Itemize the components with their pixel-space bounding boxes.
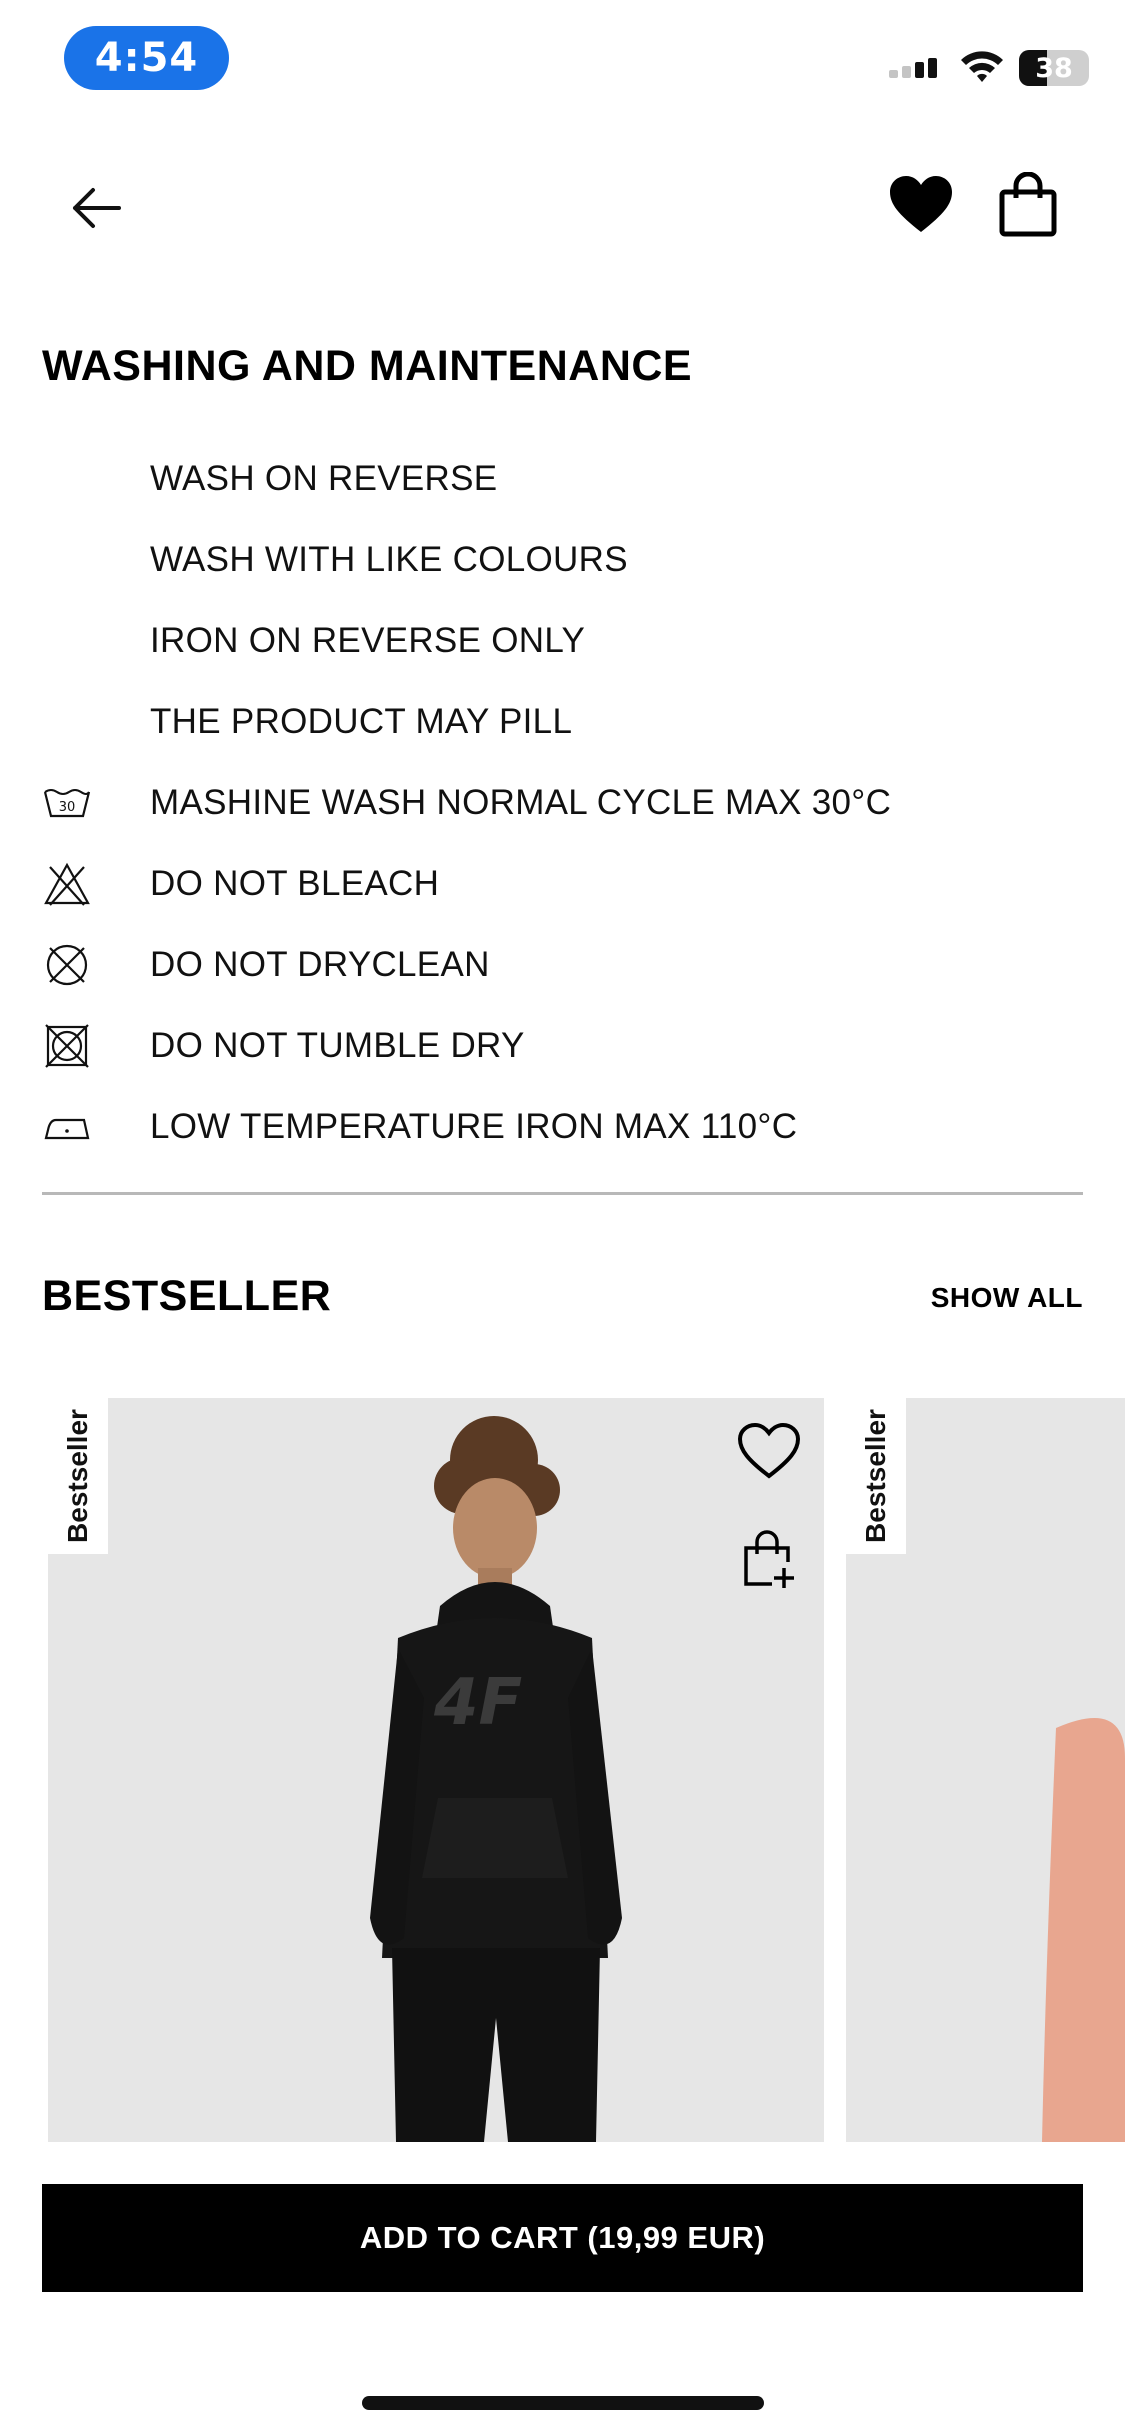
care-instructions-list: WASH ON REVERSE WASH WITH LIKE COLOURS I… bbox=[42, 438, 1082, 1167]
care-item-label: WASH ON REVERSE bbox=[150, 458, 498, 498]
care-item-label: DO NOT BLEACH bbox=[150, 863, 440, 903]
status-time: 4:54 bbox=[64, 26, 229, 90]
care-item: DO NOT DRYCLEAN bbox=[42, 924, 1082, 1005]
care-item-label: DO NOT DRYCLEAN bbox=[150, 944, 490, 984]
care-item: WASH ON REVERSE bbox=[42, 438, 1082, 519]
battery-icon: 38 bbox=[1019, 50, 1089, 86]
care-item-label: MASHINE WASH NORMAL CYCLE MAX 30°C bbox=[150, 782, 892, 822]
heart-outline-icon[interactable] bbox=[736, 1422, 802, 1482]
shopping-bag-icon[interactable] bbox=[998, 171, 1058, 238]
no-bleach-icon bbox=[44, 862, 90, 906]
product-card[interactable]: 4F Bestseller bbox=[48, 1398, 824, 2142]
care-item: LOW TEMPERATURE IRON MAX 110°C bbox=[42, 1086, 1082, 1167]
care-item: 30 MASHINE WASH NORMAL CYCLE MAX 30°C bbox=[42, 762, 1082, 843]
home-indicator[interactable] bbox=[362, 2396, 764, 2410]
care-section-title: WASHING AND MAINTENANCE bbox=[42, 342, 693, 390]
bestseller-badge: Bestseller bbox=[48, 1398, 108, 1554]
care-item: DO NOT TUMBLE DRY bbox=[42, 1005, 1082, 1086]
bestseller-badge: Bestseller bbox=[846, 1398, 906, 1554]
heart-icon[interactable] bbox=[888, 174, 954, 236]
no-dryclean-icon bbox=[46, 944, 88, 985]
back-arrow-icon[interactable] bbox=[66, 180, 126, 236]
care-item: THE PRODUCT MAY PILL bbox=[42, 681, 1082, 762]
logo-4f-icon: 4F bbox=[434, 1670, 522, 1732]
section-divider bbox=[42, 1192, 1083, 1195]
no-tumble-dry-icon bbox=[45, 1023, 89, 1068]
wifi-icon bbox=[959, 48, 1005, 89]
care-item-label: DO NOT TUMBLE DRY bbox=[150, 1025, 525, 1065]
wash-30-icon: 30 bbox=[43, 788, 91, 817]
svg-text:30: 30 bbox=[59, 800, 76, 815]
product-card[interactable]: Bestseller bbox=[846, 1398, 1125, 2142]
product-image bbox=[370, 1416, 622, 2142]
care-item-label: THE PRODUCT MAY PILL bbox=[150, 701, 573, 741]
battery-level: 38 bbox=[1035, 52, 1073, 84]
care-item-label: WASH WITH LIKE COLOURS bbox=[150, 539, 628, 579]
status-icons: 38 bbox=[889, 46, 1089, 90]
care-item-label: LOW TEMPERATURE IRON MAX 110°C bbox=[150, 1106, 798, 1146]
add-to-cart-button[interactable]: ADD TO CART (19,99 EUR) bbox=[42, 2184, 1083, 2292]
care-item: IRON ON REVERSE ONLY bbox=[42, 600, 1082, 681]
svg-text:4F: 4F bbox=[434, 1670, 522, 1732]
cellular-signal-icon bbox=[889, 54, 945, 83]
low-iron-icon bbox=[44, 1118, 90, 1139]
bestseller-title: BESTSELLER bbox=[42, 1272, 332, 1320]
care-item: DO NOT BLEACH bbox=[42, 843, 1082, 924]
show-all-link[interactable]: SHOW ALL bbox=[931, 1282, 1083, 1314]
care-item: WASH WITH LIKE COLOURS bbox=[42, 519, 1082, 600]
add-to-bag-icon[interactable] bbox=[742, 1530, 796, 1590]
care-item-label: IRON ON REVERSE ONLY bbox=[150, 620, 586, 660]
